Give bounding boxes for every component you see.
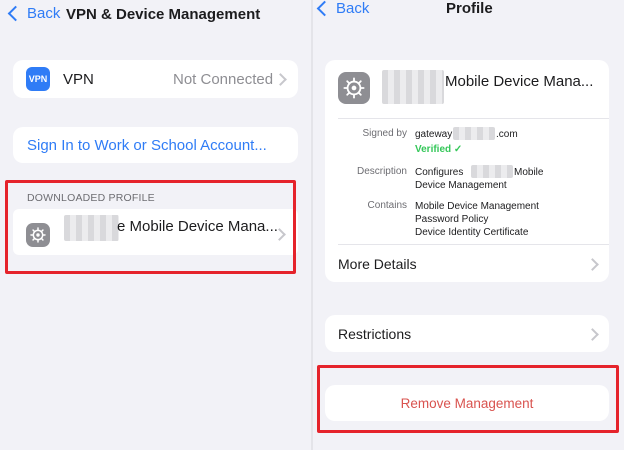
chevron-left-icon [316,0,333,17]
settings-gear-icon [338,72,370,104]
description-suffix: Mobile [514,167,544,178]
signin-link[interactable]: Sign In to Work or School Account... [27,137,267,154]
checkmark-icon: ✓ [453,144,463,155]
contains-item: Mobile Device Management [415,201,539,212]
vpn-icon: VPN [26,67,50,91]
more-details-label: More Details [338,256,417,272]
chevron-right-icon [586,258,599,271]
vpn-row[interactable]: VPN VPN Not Connected [13,60,298,98]
contains-item: Device Identity Certificate [415,227,529,238]
redacted-org-name [382,70,444,104]
contains-label: Contains [367,200,407,211]
chevron-left-icon [7,5,24,22]
page-title: VPN & Device Management [66,6,261,23]
description-label: Description [356,166,407,177]
contains-item: Password Policy [415,214,489,225]
profile-title: Mobile Device Mana... [445,73,594,90]
back-label: Back [27,5,61,22]
signin-row[interactable]: Sign In to Work or School Account... [13,127,298,163]
vpn-label: VPN [63,71,94,88]
verified-status: Verified ✓ [415,144,462,155]
more-details-row[interactable]: More Details [325,245,609,282]
page-title: Profile [446,0,493,17]
back-label: Back [336,0,370,17]
restrictions-row[interactable]: Restrictions [325,315,609,352]
vpn-status: Not Connected [173,71,274,88]
signed-by-prefix: gateway [415,129,453,140]
back-button[interactable]: Back [316,0,370,17]
redacted-domain [453,127,495,140]
verified-label: Verified [415,144,452,155]
highlight-box [317,365,619,433]
divider [338,118,609,119]
chevron-right-icon [274,73,287,86]
signed-by-label: Signed by [362,128,407,139]
redacted-org-name [471,165,513,178]
signed-by-suffix: .com [496,129,518,140]
highlight-box [5,180,296,274]
back-button[interactable]: Back [7,5,61,22]
left-panel: Back VPN & Device Management VPN VPN Not… [0,0,311,450]
restrictions-label: Restrictions [338,326,412,342]
description-line2: Device Management [415,180,507,191]
chevron-right-icon [586,328,599,341]
right-panel: Back Profile Mobile Device Mana... Signe… [313,0,624,450]
profile-card: Mobile Device Mana... Signed by gateway … [325,60,609,282]
description-prefix: Configures [415,167,464,178]
